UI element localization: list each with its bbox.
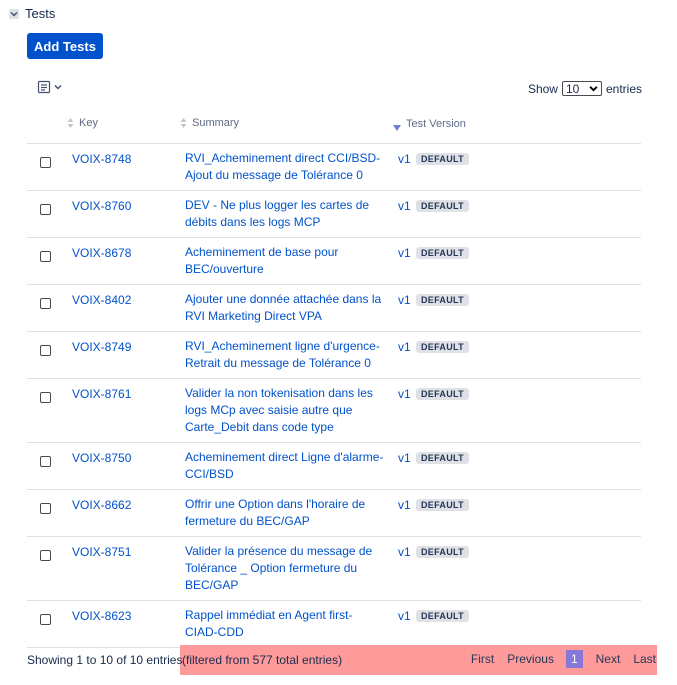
column-list-icon bbox=[37, 80, 51, 94]
tests-section-header[interactable]: Tests bbox=[9, 6, 55, 21]
test-version-link[interactable]: v1 bbox=[398, 498, 411, 512]
table-row[interactable]: VOIX-8402 Ajouter une donnée attachée dan… bbox=[27, 284, 641, 332]
test-key-link[interactable]: VOIX-8749 bbox=[72, 340, 131, 354]
table-row[interactable]: VOIX-8761 Valider la non tokenisation dan… bbox=[27, 378, 641, 443]
test-version-link[interactable]: v1 bbox=[398, 199, 411, 213]
test-version-link[interactable]: v1 bbox=[398, 340, 411, 354]
test-summary-link[interactable]: Rappel immédiat en Agent first-CIAD-CDD bbox=[185, 607, 385, 641]
table-row[interactable]: VOIX-8678 Acheminement de base pour BEC/o… bbox=[27, 237, 641, 285]
test-version-link[interactable]: v1 bbox=[398, 545, 411, 559]
entries-label: entries bbox=[605, 81, 642, 96]
test-summary-link[interactable]: Ajouter une donnée attachée dans la RVI … bbox=[185, 291, 385, 325]
table-row[interactable]: VOIX-8749 RVI_Acheminement ligne d'urgenc… bbox=[27, 331, 641, 379]
row-checkbox[interactable] bbox=[40, 251, 51, 262]
default-badge: DEFAULT bbox=[416, 388, 469, 400]
chevron-down-icon[interactable] bbox=[9, 8, 19, 19]
row-checkbox[interactable] bbox=[40, 204, 51, 215]
test-key-link[interactable]: VOIX-8678 bbox=[72, 246, 131, 260]
table-row[interactable]: VOIX-8751 Valider la présence du message … bbox=[27, 536, 641, 601]
chevron-down-icon bbox=[54, 84, 62, 90]
test-key-link[interactable]: VOIX-8751 bbox=[72, 545, 131, 559]
column-header-key-label: Key bbox=[79, 117, 98, 129]
row-checkbox[interactable] bbox=[40, 345, 51, 356]
test-version-link[interactable]: v1 bbox=[398, 246, 411, 260]
row-checkbox[interactable] bbox=[40, 157, 51, 168]
column-header-test-version[interactable]: Test Version bbox=[393, 117, 466, 131]
table-row[interactable]: VOIX-8760 DEV - Ne plus logger les cartes… bbox=[27, 190, 641, 238]
test-summary-link[interactable]: Valider la non tokenisation dans les log… bbox=[185, 385, 385, 436]
sort-icon bbox=[67, 117, 74, 129]
test-version-link[interactable]: v1 bbox=[398, 293, 411, 307]
default-badge: DEFAULT bbox=[416, 247, 469, 259]
section-title: Tests bbox=[25, 6, 56, 21]
test-key-link[interactable]: VOIX-8750 bbox=[72, 451, 131, 465]
sort-icon bbox=[180, 117, 187, 129]
column-header-test-version-label: Test Version bbox=[406, 118, 466, 130]
test-summary-link[interactable]: Valider la présence du message de Toléra… bbox=[185, 543, 385, 594]
test-version-link[interactable]: v1 bbox=[398, 152, 411, 166]
row-checkbox[interactable] bbox=[40, 456, 51, 467]
table-row[interactable]: VOIX-8623 Rappel immédiat en Agent first-… bbox=[27, 600, 641, 648]
column-header-summary-label: Summary bbox=[192, 117, 240, 129]
table-header: Key Summary Test Version bbox=[27, 115, 641, 144]
entries-select-value: 10 bbox=[565, 81, 580, 96]
test-version-link[interactable]: v1 bbox=[398, 387, 411, 401]
current-page-button[interactable]: 1 bbox=[565, 650, 583, 668]
default-badge: DEFAULT bbox=[416, 499, 469, 511]
column-header-key[interactable]: Key bbox=[67, 117, 98, 129]
test-summary-link[interactable]: RVI_Acheminement direct CCI/BSD-Ajout du… bbox=[185, 150, 385, 184]
default-badge: DEFAULT bbox=[416, 610, 469, 622]
test-key-link[interactable]: VOIX-8748 bbox=[72, 152, 131, 166]
default-badge: DEFAULT bbox=[416, 452, 469, 464]
add-tests-button[interactable]: Add Tests bbox=[27, 33, 103, 59]
row-checkbox[interactable] bbox=[40, 503, 51, 514]
row-checkbox[interactable] bbox=[40, 298, 51, 309]
next-page-link[interactable]: Next bbox=[596, 652, 621, 666]
table-row[interactable]: VOIX-8748 RVI_Acheminement direct CCI/BSD… bbox=[27, 143, 641, 191]
sort-descending-icon bbox=[393, 125, 401, 131]
test-version-link[interactable]: v1 bbox=[398, 609, 411, 623]
test-key-link[interactable]: VOIX-8761 bbox=[72, 387, 131, 401]
filtered-info: (filtered from 577 total entries) bbox=[182, 653, 343, 667]
table-row[interactable]: VOIX-8662 Offrir une Option dans l'horair… bbox=[27, 489, 641, 537]
test-version-link[interactable]: v1 bbox=[398, 451, 411, 465]
column-picker[interactable] bbox=[37, 80, 62, 94]
previous-page-link[interactable]: Previous bbox=[507, 652, 554, 666]
pagination: First Previous 1 Next Last bbox=[458, 650, 656, 668]
test-key-link[interactable]: VOIX-8402 bbox=[72, 293, 131, 307]
last-page-link[interactable]: Last bbox=[633, 652, 656, 666]
test-summary-link[interactable]: Offrir une Option dans l'horaire de ferm… bbox=[185, 496, 385, 530]
default-badge: DEFAULT bbox=[416, 153, 469, 165]
default-badge: DEFAULT bbox=[416, 546, 469, 558]
test-summary-link[interactable]: Acheminement de base pour BEC/ouverture bbox=[185, 244, 385, 278]
test-key-link[interactable]: VOIX-8662 bbox=[72, 498, 131, 512]
table-info: Showing 1 to 10 of 10 entries bbox=[27, 653, 183, 667]
test-summary-link[interactable]: Acheminement direct Ligne d'alarme-CCI/B… bbox=[185, 449, 385, 483]
table-row[interactable]: VOIX-8750 Acheminement direct Ligne d'ala… bbox=[27, 442, 641, 490]
default-badge: DEFAULT bbox=[416, 200, 469, 212]
row-checkbox[interactable] bbox=[40, 550, 51, 561]
default-badge: DEFAULT bbox=[416, 341, 469, 353]
row-checkbox[interactable] bbox=[40, 614, 51, 625]
test-key-link[interactable]: VOIX-8623 bbox=[72, 609, 131, 623]
page-length-control: Show 10 entries bbox=[528, 81, 642, 96]
test-summary-link[interactable]: RVI_Acheminement ligne d'urgence-Retrait… bbox=[185, 338, 385, 372]
test-key-link[interactable]: VOIX-8760 bbox=[72, 199, 131, 213]
column-header-summary[interactable]: Summary bbox=[180, 117, 239, 129]
chevron-down-icon bbox=[589, 86, 598, 92]
show-label: Show bbox=[527, 81, 558, 96]
first-page-link[interactable]: First bbox=[471, 652, 494, 666]
entries-select[interactable]: 10 bbox=[561, 81, 602, 96]
row-checkbox[interactable] bbox=[40, 392, 51, 403]
test-summary-link[interactable]: DEV - Ne plus logger les cartes de débit… bbox=[185, 197, 385, 231]
default-badge: DEFAULT bbox=[416, 294, 469, 306]
